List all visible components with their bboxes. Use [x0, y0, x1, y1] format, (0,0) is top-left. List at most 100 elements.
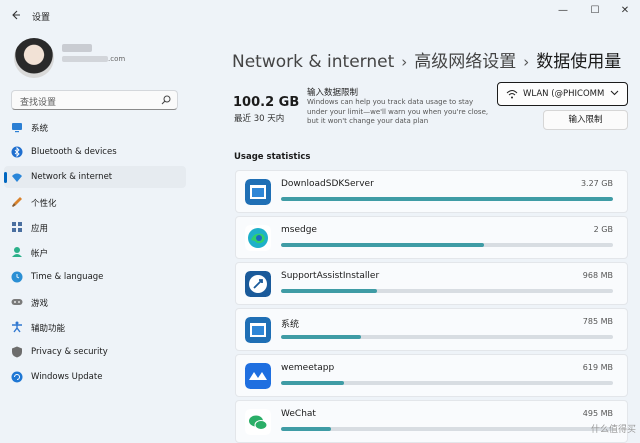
- app-usage-size: 785 MB: [582, 317, 613, 326]
- sidebar-item-label: 游戏: [31, 299, 49, 309]
- data-limit-title: 输入数据限制: [307, 88, 359, 98]
- app-usage-row[interactable]: SupportAssistInstaller 968 MB: [235, 262, 628, 305]
- usage-statistics-heading: Usage statistics: [234, 152, 311, 162]
- sidebar-item[interactable]: 辅助功能: [4, 316, 186, 338]
- breadcrumb-network[interactable]: Network & internet: [232, 52, 394, 72]
- app-usage-row[interactable]: 系统 785 MB: [235, 308, 628, 351]
- account-icon: [12, 247, 22, 257]
- app-usage-size: 619 MB: [582, 363, 613, 372]
- wemeet-icon: [245, 363, 271, 389]
- breadcrumb: Network & internet › 高级网络设置 › 数据使用量: [232, 47, 621, 72]
- breadcrumb-advanced[interactable]: 高级网络设置: [414, 52, 516, 72]
- apps-icon: [12, 222, 22, 232]
- minimize-button[interactable]: —: [548, 4, 578, 18]
- downloadsdk-icon: [245, 179, 271, 205]
- sidebar-item-label: Network & internet: [31, 172, 113, 182]
- user-name-redacted: [62, 44, 92, 52]
- usage-bar: [281, 243, 613, 247]
- usage-bar: [281, 289, 613, 293]
- usage-bar-fill: [281, 289, 378, 293]
- usage-bar-fill: [281, 197, 613, 201]
- usage-bar: [281, 335, 613, 339]
- app-usage-size: 495 MB: [582, 409, 613, 418]
- usage-period: 最近 30 天内: [234, 114, 285, 124]
- app-name: wemeetapp: [281, 363, 335, 373]
- sidebar-item[interactable]: Network & internet: [4, 166, 186, 188]
- maximize-button[interactable]: ☐: [580, 4, 610, 18]
- total-usage-value: 100.2 GB: [233, 95, 300, 110]
- sidebar-item[interactable]: 游戏: [4, 291, 186, 313]
- avatar[interactable]: [14, 38, 54, 78]
- supportassist-icon: [245, 271, 271, 297]
- usage-bar: [281, 197, 613, 201]
- usage-bar: [281, 381, 613, 385]
- user-email-redacted: [62, 56, 108, 62]
- watermark: 什么值得买: [590, 425, 636, 435]
- usage-bar-fill: [281, 243, 484, 247]
- sidebar-item-label: 辅助功能: [31, 324, 66, 334]
- sidebar-item[interactable]: 系统: [4, 116, 186, 138]
- usage-bar-fill: [281, 381, 345, 385]
- app-name: WeChat: [281, 409, 316, 419]
- system-window-icon: [245, 317, 271, 343]
- gamepad-icon: [11, 299, 23, 305]
- edge-icon: [245, 225, 271, 251]
- sidebar-item-label: 应用: [31, 224, 49, 234]
- network-select-value: WLAN (@PHICOMM: [523, 89, 605, 99]
- sidebar-item[interactable]: 应用: [4, 216, 186, 238]
- app-name: 系统: [281, 320, 300, 330]
- breadcrumb-separator: ›: [401, 53, 408, 71]
- search-icon[interactable]: [161, 95, 171, 105]
- sidebar-item[interactable]: Bluetooth & devices: [4, 141, 186, 163]
- app-usage-size: 2 GB: [593, 225, 613, 234]
- sidebar-item-label: Bluetooth & devices: [31, 147, 117, 157]
- wifi-icon: [506, 90, 518, 99]
- sidebar-item-label: 个性化: [31, 199, 57, 209]
- usage-bar-fill: [281, 335, 361, 339]
- app-usage-size: 968 MB: [582, 271, 613, 280]
- sidebar-item-label: 系统: [31, 124, 49, 134]
- sidebar-item-label: Time & language: [31, 272, 104, 282]
- usage-bar: [281, 427, 613, 431]
- chevron-down-icon: [610, 90, 619, 96]
- system-icon: [12, 123, 22, 133]
- settings-search[interactable]: 查找设置: [11, 90, 178, 110]
- brush-icon: [12, 197, 22, 207]
- data-limit-description: Windows can help you track data usage to…: [307, 98, 489, 125]
- app-name: SupportAssistInstaller: [281, 271, 380, 281]
- shield-icon: [12, 346, 22, 358]
- globe-clock-icon: [11, 271, 23, 283]
- search-input[interactable]: 查找设置: [20, 95, 56, 108]
- sidebar-item[interactable]: 帐户: [4, 241, 186, 263]
- app-name: DownloadSDKServer: [281, 179, 374, 189]
- wechat-icon: [245, 409, 271, 435]
- update-icon: [11, 371, 23, 383]
- sidebar-item[interactable]: Time & language: [4, 266, 186, 288]
- network-select[interactable]: WLAN (@PHICOMM: [497, 82, 628, 106]
- sidebar-item-label: Privacy & security: [31, 347, 108, 357]
- app-usage-row[interactable]: WeChat 495 MB: [235, 400, 628, 443]
- window-title: 设置: [32, 13, 51, 23]
- wifi-icon: [12, 173, 22, 182]
- user-email-suffix: .com: [108, 55, 126, 63]
- sidebar-item[interactable]: Privacy & security: [4, 341, 186, 363]
- close-button[interactable]: ✕: [610, 4, 640, 18]
- sidebar-item-label: 帐户: [31, 249, 49, 259]
- sidebar-item[interactable]: Windows Update: [4, 366, 186, 388]
- sidebar-item-label: Windows Update: [31, 372, 103, 382]
- page-title: 数据使用量: [536, 52, 622, 72]
- enter-limit-button[interactable]: 输入限制: [543, 110, 628, 130]
- sidebar-item[interactable]: 个性化: [4, 191, 186, 213]
- active-indicator: [4, 172, 7, 183]
- app-name: msedge: [281, 225, 317, 235]
- bluetooth-icon: [11, 146, 23, 158]
- app-usage-size: 3.27 GB: [580, 179, 613, 188]
- usage-bar-fill: [281, 427, 331, 431]
- app-usage-row[interactable]: msedge 2 GB: [235, 216, 628, 259]
- title-bar: 设置 — ☐ ✕: [0, 0, 640, 30]
- app-usage-row[interactable]: DownloadSDKServer 3.27 GB: [235, 170, 628, 213]
- back-arrow-icon[interactable]: [11, 10, 21, 20]
- breadcrumb-separator: ›: [523, 53, 530, 71]
- accessibility-icon: [12, 321, 22, 333]
- app-usage-row[interactable]: wemeetapp 619 MB: [235, 354, 628, 397]
